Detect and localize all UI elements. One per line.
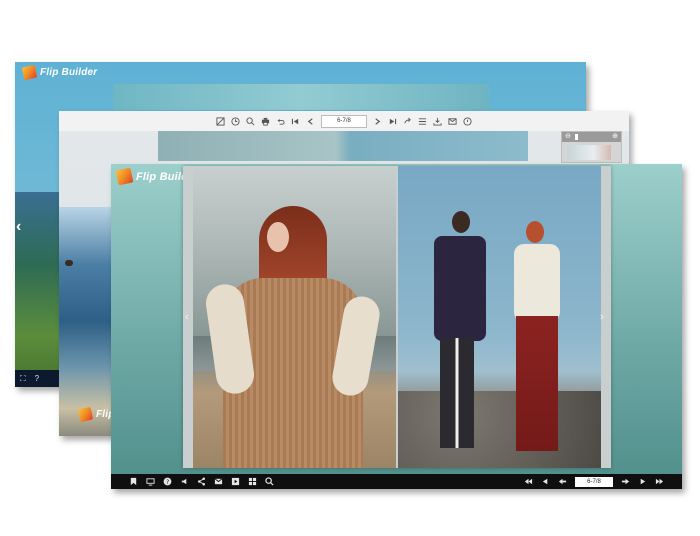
prev-page-icon[interactable] (306, 117, 315, 126)
undo-icon[interactable] (276, 117, 285, 126)
front-flipbook-window: Flip Builder ‹ › ? 6-7/8 (111, 164, 682, 489)
flip-builder-logo-icon (77, 406, 94, 423)
list-icon[interactable] (418, 117, 427, 126)
back-icon[interactable] (558, 477, 567, 486)
prev-page-arrow[interactable]: ‹ (185, 311, 189, 323)
clock-icon[interactable] (231, 116, 240, 126)
zoom-out-icon[interactable]: ⊖ (565, 132, 571, 142)
bookmark-icon[interactable] (129, 477, 138, 486)
back-book-page (113, 84, 489, 110)
share-icon[interactable] (403, 117, 412, 126)
thumbnail-preview[interactable] (567, 145, 611, 160)
first-page-icon[interactable] (524, 477, 533, 486)
next-page-icon[interactable] (373, 117, 382, 126)
back-brand-name: Flip Builder (40, 67, 98, 78)
toolbar-left-group: ? (129, 474, 274, 489)
middle-top-toolbar: 6-7/8 (59, 111, 629, 131)
zoom-icon[interactable] (265, 477, 274, 486)
middle-book-spread (158, 131, 528, 161)
flip-builder-logo-icon (21, 64, 38, 81)
first-page-icon[interactable] (291, 117, 300, 126)
print-icon[interactable] (261, 117, 270, 126)
right-page-rocks (398, 391, 601, 468)
last-page-icon[interactable] (388, 117, 397, 126)
thumbnail-panel: ⊖ ⊕ (561, 131, 622, 163)
model-a-pants (440, 338, 474, 448)
prev-page-icon[interactable] (541, 477, 550, 486)
fullscreen-icon[interactable]: ⛶ (20, 374, 26, 384)
email-icon[interactable] (214, 477, 223, 486)
back-seascape-image (15, 192, 60, 372)
model-b-top (514, 244, 560, 322)
flip-builder-logo-icon (115, 167, 134, 186)
crop-icon[interactable] (216, 116, 225, 126)
grid-icon[interactable] (248, 477, 257, 486)
back-bottom-toolbar: ⛶ ? (15, 370, 60, 387)
model-face (267, 222, 289, 252)
toolbar-right-group: 6-7/8 (524, 474, 664, 489)
help-icon[interactable]: ? (35, 374, 39, 383)
left-page-photo (193, 166, 396, 468)
back-brand-logo: Flip Builder (21, 64, 98, 81)
model-a-vest (434, 236, 486, 341)
right-page-photo (398, 166, 601, 468)
zoom-in-icon[interactable]: ⊕ (612, 132, 618, 142)
help-icon[interactable]: ? (163, 477, 172, 486)
share-icon[interactable] (197, 477, 206, 486)
front-bottom-toolbar: ? 6-7/8 (111, 474, 682, 489)
sound-icon[interactable] (180, 477, 189, 486)
zoom-icon[interactable] (246, 116, 255, 126)
svg-text:?: ? (166, 479, 169, 486)
back-prev-page-arrow[interactable]: ‹ (16, 218, 21, 236)
middle-page-indicator[interactable]: 6-7/8 (321, 114, 367, 128)
screen-icon[interactable] (146, 477, 155, 486)
download-icon[interactable] (433, 117, 442, 126)
middle-seascape-image (59, 207, 111, 436)
last-page-icon[interactable] (655, 477, 664, 486)
book-spread (183, 166, 611, 468)
timer-icon[interactable] (463, 116, 472, 126)
model-a-head (452, 211, 470, 233)
email-icon[interactable] (448, 117, 457, 126)
model-b-skirt (516, 316, 558, 451)
model-b-head (526, 221, 544, 243)
swimmer-figure (65, 260, 73, 266)
zoom-slider[interactable] (575, 134, 578, 140)
film-icon[interactable] (231, 477, 240, 486)
next-page-arrow[interactable]: › (600, 311, 604, 323)
thumbnail-header: ⊖ ⊕ (562, 132, 621, 142)
front-page-indicator[interactable]: 6-7/8 (575, 476, 613, 487)
next-page-icon[interactable] (638, 477, 647, 486)
forward-icon[interactable] (621, 477, 630, 486)
